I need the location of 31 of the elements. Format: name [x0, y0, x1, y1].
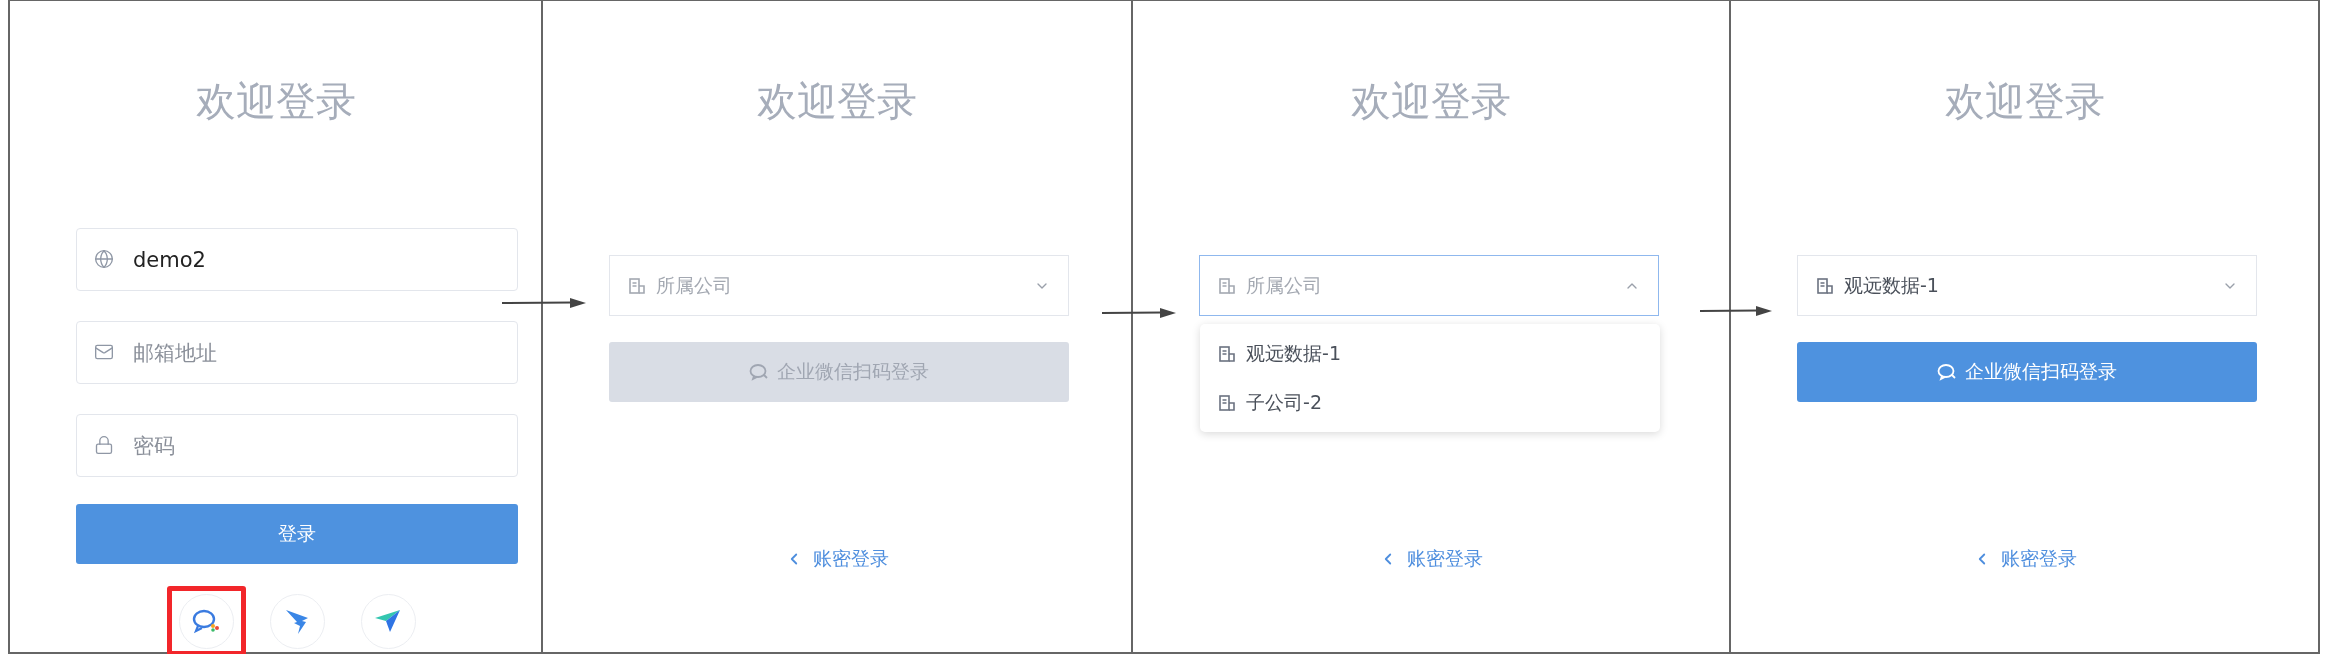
company-select[interactable]: 所属公司 — [609, 255, 1070, 316]
welcome-title: 欢迎登录 — [756, 77, 919, 126]
welcome-title: 欢迎登录 — [194, 77, 357, 126]
welcome-title: 欢迎登录 — [1943, 77, 2106, 126]
paper-plane-icon — [374, 608, 402, 634]
building-icon — [1816, 276, 1834, 295]
input-field[interactable]: 密码 — [76, 414, 518, 477]
input-field[interactable]: 邮箱地址 — [76, 321, 518, 384]
wing-icon — [284, 607, 310, 635]
globe-icon — [94, 249, 114, 269]
password-login-link[interactable]: 账密登录 — [1972, 546, 2077, 572]
dropdown-option[interactable]: 子公司-2 — [1200, 378, 1661, 427]
chat-bubble-icon — [191, 608, 221, 634]
company-select[interactable]: 所属公司 — [1199, 255, 1660, 316]
chat-icon — [1937, 363, 1957, 381]
mail-icon — [94, 342, 114, 362]
lock-icon — [94, 435, 114, 455]
welcome-title: 欢迎登录 — [1350, 77, 1513, 126]
company-select[interactable]: 观远数据-1 — [1797, 255, 2257, 316]
password-login-link[interactable]: 账密登录 — [785, 546, 890, 572]
password-login-link[interactable]: 账密登录 — [1379, 546, 1484, 572]
dropdown-option[interactable]: 观远数据-1 — [1200, 329, 1661, 378]
building-icon — [1218, 276, 1237, 295]
building-icon — [628, 276, 647, 295]
login-button[interactable]: 登录 — [76, 504, 518, 564]
building-icon — [1218, 344, 1237, 363]
flow-arrow — [1700, 305, 1772, 317]
wecom-scan-login-button[interactable]: 企业微信扫码登录 — [1797, 342, 2257, 402]
input-field[interactable]: demo2 — [76, 228, 518, 291]
chat-icon — [749, 363, 770, 381]
building-icon — [1218, 393, 1237, 412]
